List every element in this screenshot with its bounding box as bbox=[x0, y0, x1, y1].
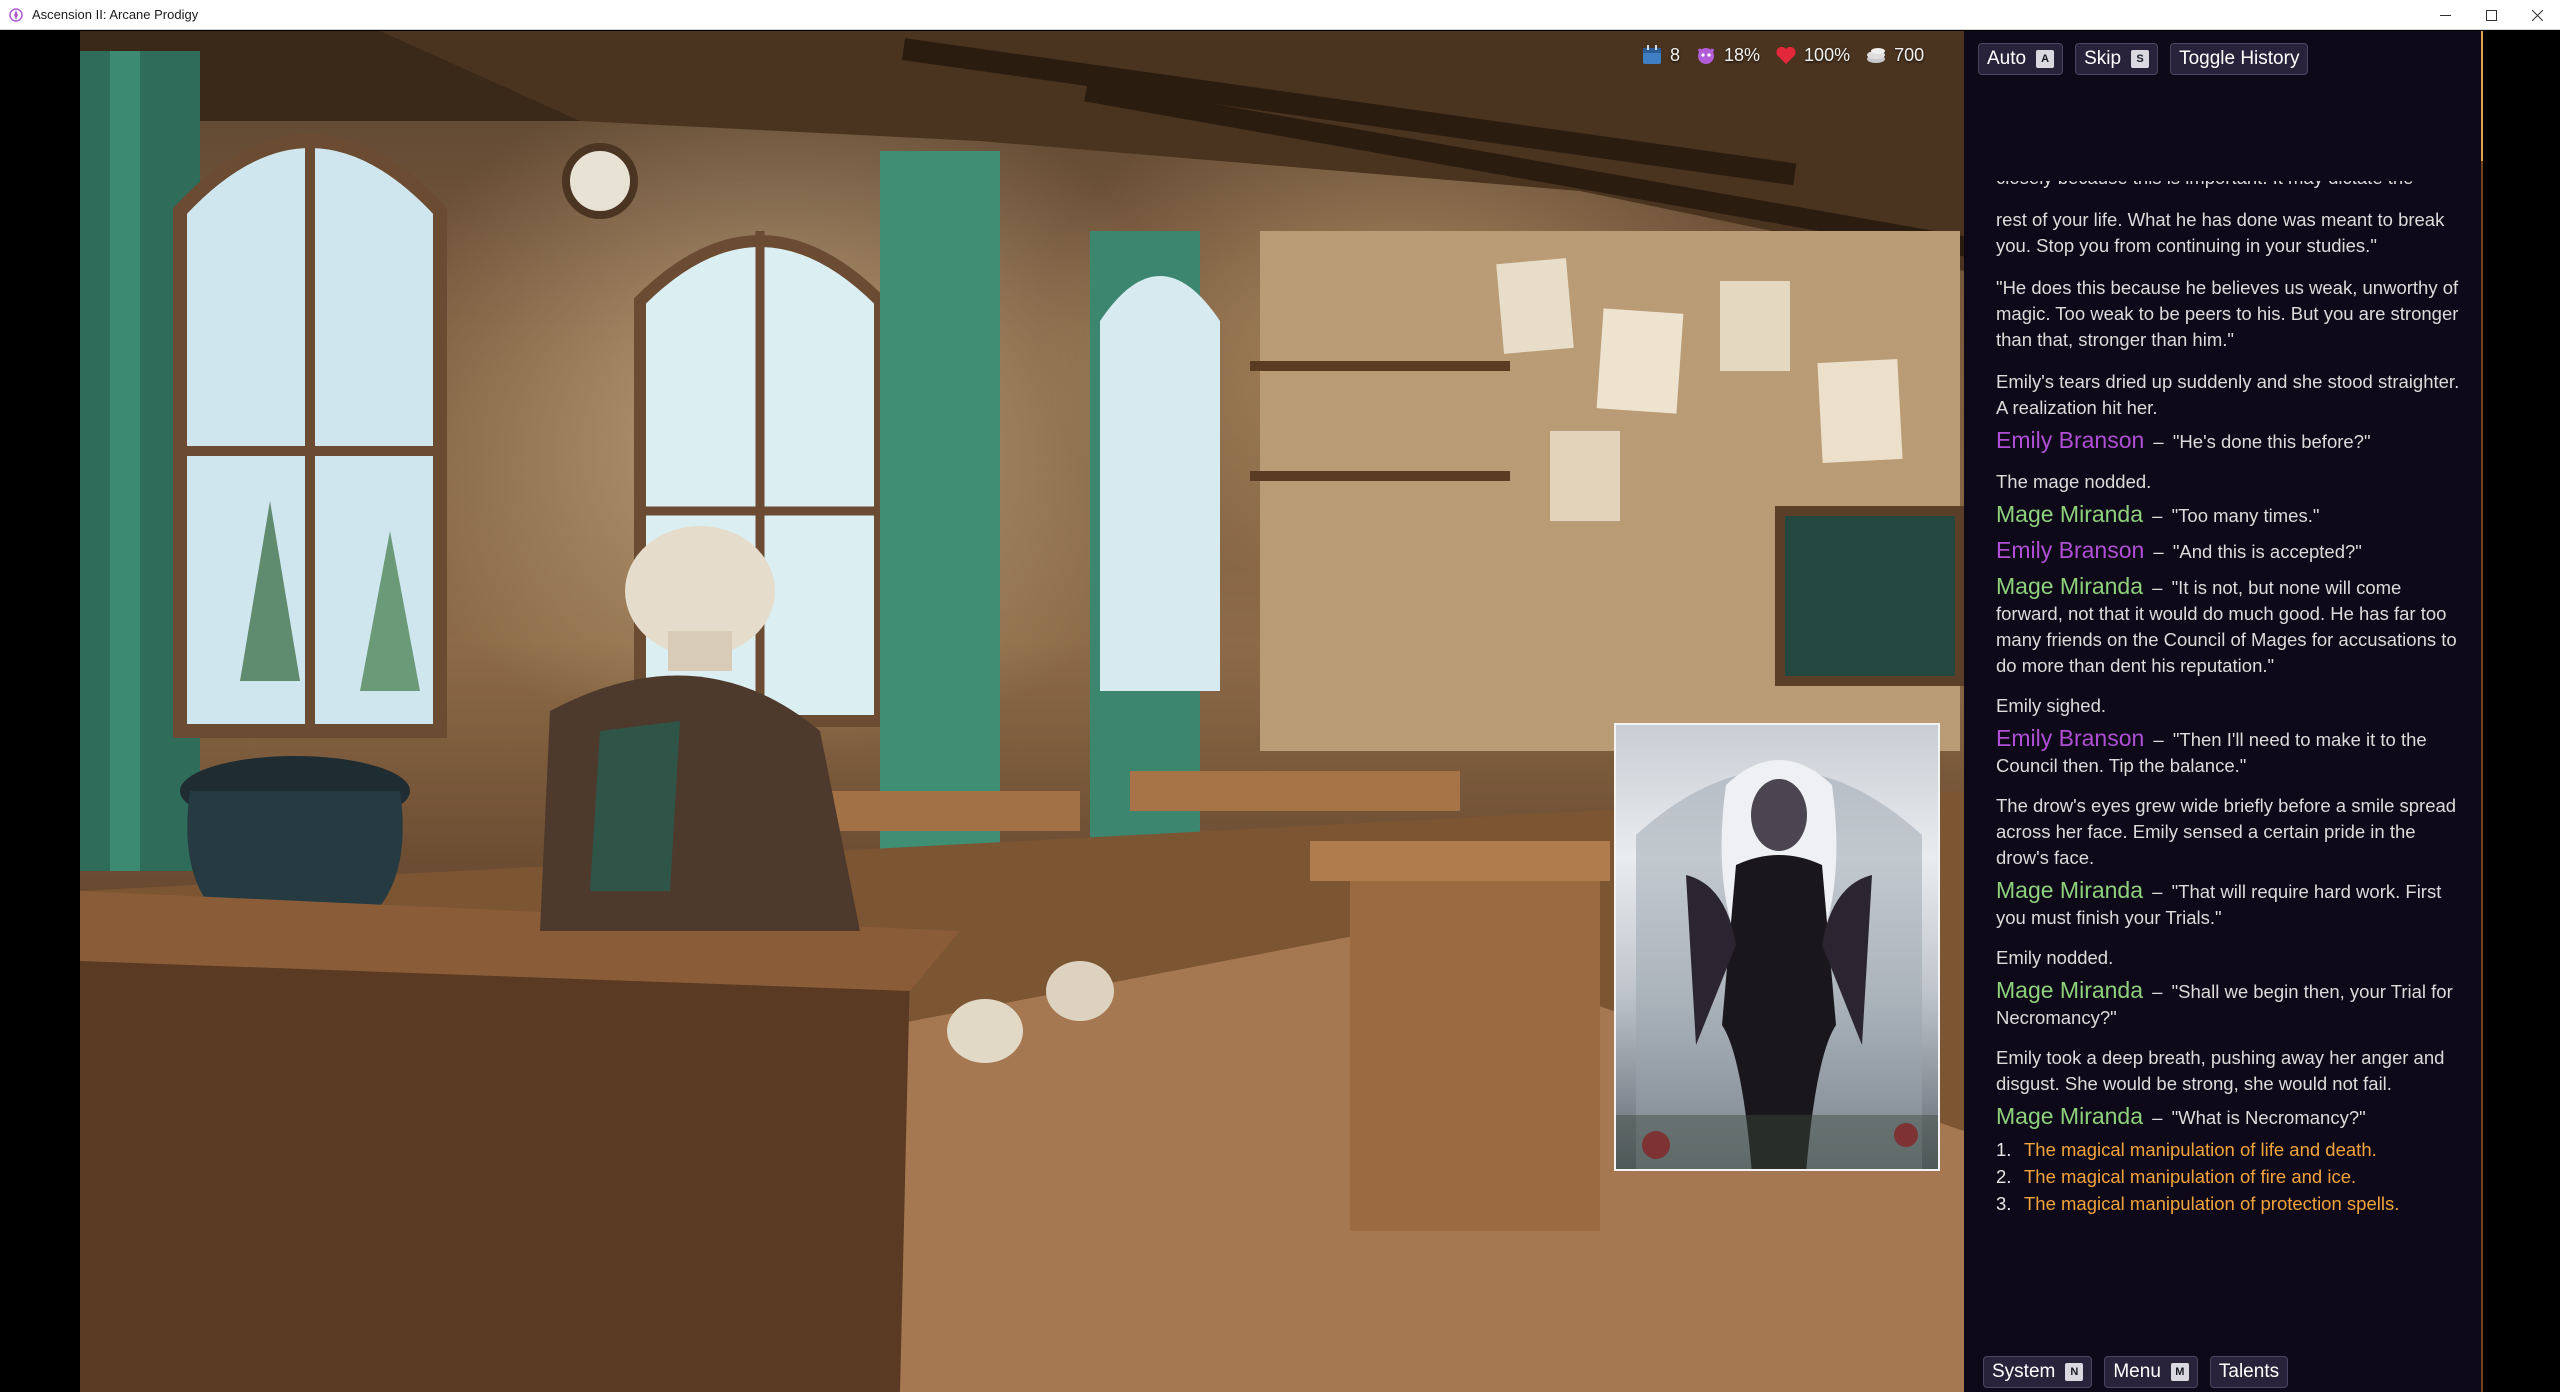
bottom-controls: System N Menu M Talents bbox=[1983, 1356, 2289, 1388]
menu-key-hint: M bbox=[2170, 1363, 2189, 1381]
speaker-name: Emily Branson bbox=[1996, 725, 2145, 751]
window-title: Ascension II: Arcane Prodigy bbox=[32, 7, 199, 22]
dialogue-line: Emily Branson – "Then I'll need to make … bbox=[1996, 723, 2471, 779]
skip-key-hint: S bbox=[2131, 50, 2150, 68]
dialogue-text: "Too many times." bbox=[2171, 505, 2320, 526]
background-scene bbox=[80, 31, 1964, 1392]
choice-text[interactable]: The magical manipulation of fire and ice… bbox=[2024, 1164, 2356, 1190]
history-paragraph: "He does this because he believes us wea… bbox=[1996, 277, 2459, 350]
system-key-hint: N bbox=[2065, 1363, 2084, 1381]
coins-icon bbox=[1867, 48, 1886, 63]
health-value: 100% bbox=[1804, 44, 1851, 65]
gold-value: 700 bbox=[1894, 44, 1925, 65]
history-paragraph: Emily took a deep breath, pushing away h… bbox=[1996, 1047, 2445, 1094]
corruption-value: 18% bbox=[1724, 44, 1761, 65]
speaker-name: Emily Branson bbox=[1996, 427, 2145, 453]
choice-item[interactable]: 2. The magical manipulation of fire and … bbox=[1996, 1164, 2471, 1190]
minimize-button[interactable] bbox=[2422, 0, 2468, 30]
dialogue-line: Emily Branson – "And this is accepted?" bbox=[1996, 535, 2471, 565]
dialogue-dash: – bbox=[2152, 1107, 2163, 1128]
history-paragraph: The drow's eyes grew wide briefly before… bbox=[1996, 795, 2457, 868]
choice-text[interactable]: The magical manipulation of protection s… bbox=[2024, 1191, 2399, 1217]
auto-label: Auto bbox=[1987, 48, 2027, 69]
close-button[interactable] bbox=[2514, 0, 2560, 30]
app-icon bbox=[9, 7, 23, 22]
game-viewport[interactable]: 8 18% 100% 700 Auto A Skip S Toggle Hist… bbox=[0, 31, 2560, 1392]
days-stat: 8 bbox=[1640, 43, 1680, 67]
dialogue-text: "And this is accepted?" bbox=[2172, 541, 2362, 562]
close-icon bbox=[2531, 9, 2543, 21]
menu-label: Menu bbox=[2113, 1361, 2161, 1382]
minimize-icon bbox=[2439, 14, 2451, 16]
choice-list: 1. The magical manipulation of life and … bbox=[1996, 1137, 2471, 1217]
gold-stat: 700 bbox=[1864, 43, 1924, 67]
history-paragraph: Emily's tears dried up suddenly and she … bbox=[1996, 371, 2460, 418]
dialogue-line: Emily Branson – "He's done this before?" bbox=[1996, 425, 2471, 455]
corruption-stat: 18% bbox=[1694, 43, 1760, 67]
dialogue-line: Mage Miranda – "What is Necromancy?" bbox=[1996, 1101, 2471, 1131]
auto-key-hint: A bbox=[2036, 50, 2055, 68]
calendar-icon bbox=[1643, 45, 1661, 64]
character-portrait bbox=[1614, 723, 1940, 1171]
auto-button[interactable]: Auto A bbox=[1978, 43, 2064, 75]
dialogue-history[interactable]: closely because this is important. It ma… bbox=[1996, 181, 2471, 1266]
demon-icon bbox=[1697, 48, 1715, 64]
dialogue-dash: – bbox=[2152, 577, 2163, 598]
dialogue-dash: – bbox=[2153, 541, 2164, 562]
classroom-illustration bbox=[80, 31, 1964, 1392]
system-label: System bbox=[1992, 1361, 2056, 1382]
window-titlebar: Ascension II: Arcane Prodigy bbox=[0, 0, 2560, 30]
menu-button[interactable]: Menu M bbox=[2104, 1356, 2198, 1388]
dialogue-text: "He's done this before?" bbox=[2172, 431, 2371, 452]
heart-icon bbox=[1776, 46, 1796, 64]
window-controls bbox=[2422, 0, 2560, 30]
choice-item[interactable]: 1. The magical manipulation of life and … bbox=[1996, 1137, 2471, 1163]
dialogue-dash: – bbox=[2152, 981, 2163, 1002]
speaker-name: Mage Miranda bbox=[1996, 1103, 2144, 1129]
choice-number: 1. bbox=[1996, 1139, 2012, 1160]
drow-mage-illustration bbox=[1616, 760, 1938, 1169]
speaker-name: Mage Miranda bbox=[1996, 501, 2144, 527]
panel-border bbox=[2481, 31, 2483, 1392]
top-controls: Auto A Skip S Toggle History bbox=[1978, 43, 2309, 75]
days-value: 8 bbox=[1670, 44, 1681, 65]
window-left-illustration bbox=[173, 134, 447, 738]
dialogue-line: Mage Miranda – "Too many times." bbox=[1996, 499, 2471, 529]
dialogue-line: Mage Miranda – "That will require hard w… bbox=[1996, 875, 2471, 931]
history-clipped-line: closely because this is important. It ma… bbox=[1996, 181, 2471, 191]
history-paragraph: Emily sighed. bbox=[1996, 695, 2107, 716]
choice-item[interactable]: 3. The magical manipulation of protectio… bbox=[1996, 1191, 2471, 1217]
history-paragraph: rest of your life. What he has done was … bbox=[1996, 209, 2445, 256]
talents-label: Talents bbox=[2218, 1361, 2280, 1382]
speaker-name: Emily Branson bbox=[1996, 537, 2145, 563]
toggle-history-button[interactable]: Toggle History bbox=[2170, 43, 2309, 75]
panel-border-accent bbox=[2481, 31, 2483, 161]
talents-button[interactable]: Talents bbox=[2209, 1356, 2289, 1388]
dialogue-line: Mage Miranda – "It is not, but none will… bbox=[1996, 571, 2471, 679]
speaker-name: Mage Miranda bbox=[1996, 573, 2144, 599]
maximize-button[interactable] bbox=[2468, 0, 2514, 30]
history-paragraph: Emily nodded. bbox=[1996, 947, 2114, 968]
dialogue-dash: – bbox=[2152, 505, 2163, 526]
choice-number: 2. bbox=[1996, 1166, 2012, 1187]
maximize-icon bbox=[2485, 9, 2497, 21]
toggle-history-label: Toggle History bbox=[2179, 48, 2300, 69]
speaker-name: Mage Miranda bbox=[1996, 877, 2144, 903]
dialogue-text: "What is Necromancy?" bbox=[2171, 1107, 2366, 1128]
dialogue-dash: – bbox=[2153, 729, 2164, 750]
choice-text[interactable]: The magical manipulation of life and dea… bbox=[2024, 1137, 2377, 1163]
history-paragraph: The mage nodded. bbox=[1996, 471, 2152, 492]
speaker-name: Mage Miranda bbox=[1996, 977, 2144, 1003]
dialogue-dash: – bbox=[2152, 881, 2163, 902]
choice-number: 3. bbox=[1996, 1193, 2012, 1214]
skip-label: Skip bbox=[2084, 48, 2122, 69]
status-hud: 8 18% 100% 700 bbox=[1640, 37, 1924, 73]
health-stat: 100% bbox=[1774, 43, 1850, 67]
dialogue-line: Mage Miranda – "Shall we begin then, you… bbox=[1996, 975, 2471, 1031]
system-button[interactable]: System N bbox=[1983, 1356, 2093, 1388]
skip-button[interactable]: Skip S bbox=[2075, 43, 2159, 75]
dialogue-dash: – bbox=[2153, 431, 2164, 452]
